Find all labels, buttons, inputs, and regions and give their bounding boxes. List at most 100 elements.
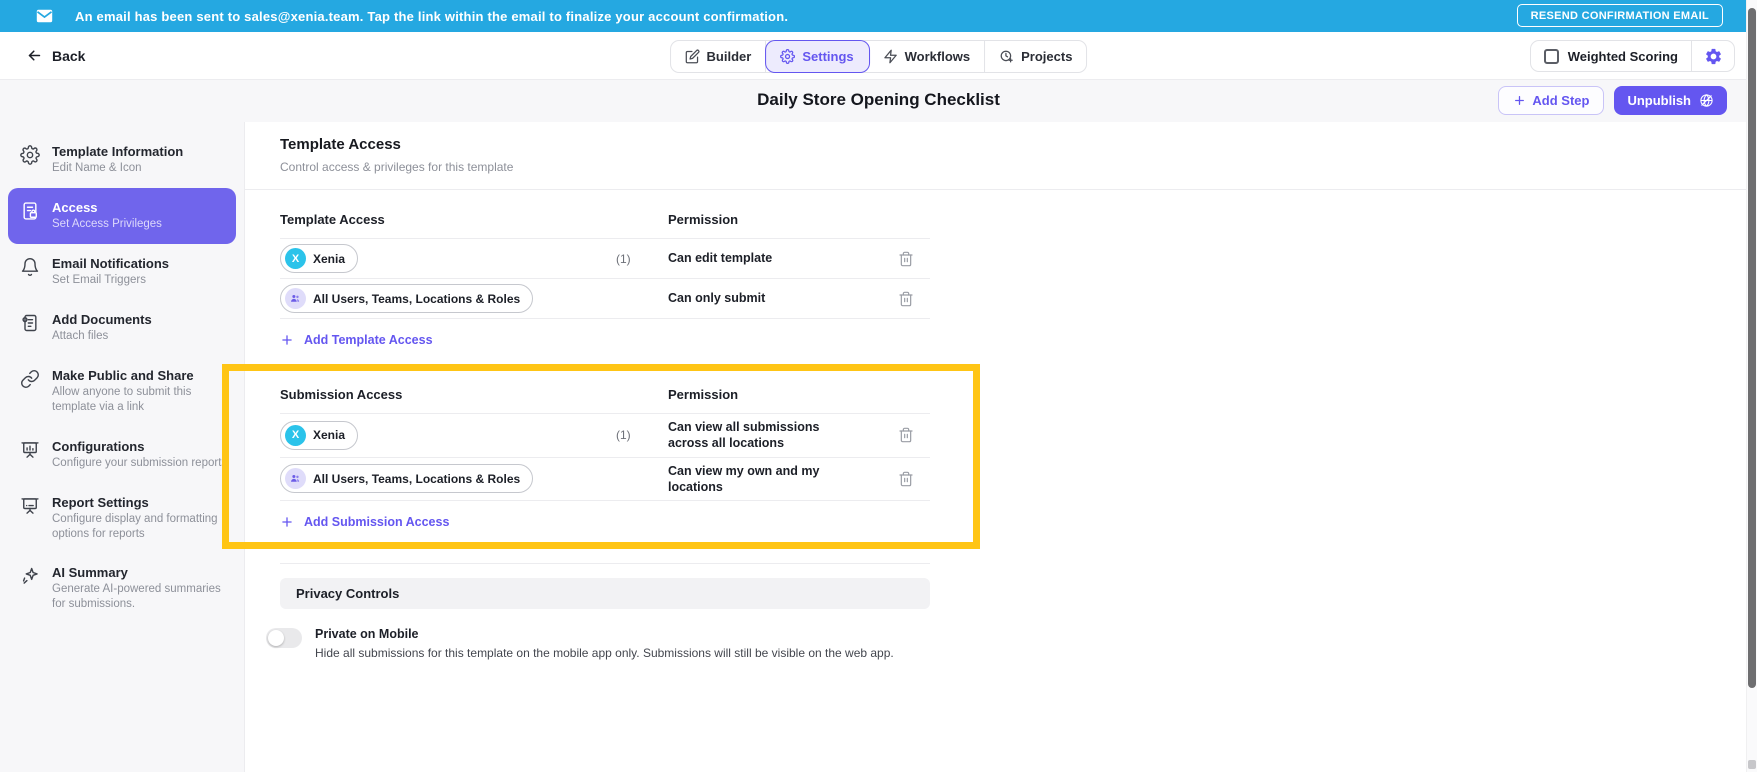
vertical-scrollbar[interactable] [1746,0,1757,772]
gear-icon [780,49,796,64]
table-row: X Xenia (1) Can view all submissions acr… [280,414,930,458]
back-label: Back [52,47,86,64]
globe-slash-icon [1699,93,1714,108]
trash-icon [898,471,914,487]
permission-value: Can only submit [668,291,766,306]
clock-plus-icon [999,49,1014,64]
sidebar-item-subtitle: Generate AI-powered summaries for submis… [52,583,221,611]
access-chip-all-users[interactable]: All Users, Teams, Locations & Roles [280,464,534,494]
chip-label: Xenia [313,428,346,443]
tab-projects[interactable]: Projects [985,41,1086,72]
tab-settings[interactable]: Settings [766,41,869,72]
scrollbar-end-cap [1748,760,1756,769]
plus-icon [280,515,294,529]
tab-builder[interactable]: Builder [671,41,767,72]
privacy-controls-header: Privacy Controls [280,578,930,609]
delete-row-button[interactable] [896,249,916,269]
sidebar-item-ai-summary[interactable]: AI Summary Generate AI-powered summaries… [8,553,236,624]
toggle-knob [268,630,284,646]
sidebar-item-title: Access [52,199,98,215]
sidebar-item-add-documents[interactable]: Add Documents Attach files [8,300,236,356]
sidebar-item-subtitle: Configure your submission reports [52,456,228,469]
private-on-mobile-row: Private on Mobile Hide all submissions f… [266,627,1757,660]
section-heading: Template Access [280,136,401,153]
confirmation-banner: An email has been sent to sales@xenia.te… [0,0,1757,32]
permission-value: Can view all submissions across all loca… [668,420,820,451]
sidebar-item-title: AI Summary [52,565,128,581]
divider [280,563,930,564]
sidebar-item-email-notifications[interactable]: Email Notifications Set Email Triggers [8,244,236,300]
private-on-mobile-description: Hide all submissions for this template o… [315,646,894,660]
add-template-access-link[interactable]: Add Template Access [280,319,433,360]
sidebar-item-subtitle: Set Access Privileges [52,217,162,230]
add-step-button[interactable]: Add Step [1498,86,1605,115]
sidebar-item-subtitle: Attach files [52,329,109,342]
tab-label: Builder [706,49,752,64]
sidebar-item-subtitle: Set Email Triggers [52,273,146,286]
users-group-icon [285,468,306,490]
chip-label: All Users, Teams, Locations & Roles [313,291,521,306]
arrow-left-icon [26,47,43,64]
sidebar-item-subtitle: Configure display and formatting options… [52,512,218,540]
column-header-template-access: Template Access [280,212,385,227]
highlight-box: Submission Access Permission X Xenia (1)… [222,364,980,549]
add-link-label: Add Template Access [304,333,433,347]
pencil-icon [685,49,700,64]
avatar: X [285,424,306,446]
template-access-table: Template Access Permission X Xenia (1) C… [280,212,930,360]
weighted-scoring-checkbox[interactable] [1543,48,1559,64]
banner-message: An email has been sent to sales@xenia.te… [75,8,789,24]
section-subheading: Control access & privileges for this tem… [280,160,514,174]
sidebar-item-report-settings[interactable]: Report Settings Configure display and fo… [8,483,236,554]
add-submission-access-link[interactable]: Add Submission Access [280,501,449,542]
delete-row-button[interactable] [896,469,916,489]
chip-label: All Users, Teams, Locations & Roles [313,471,521,486]
weighted-scoring-toggle[interactable]: Weighted Scoring [1531,48,1691,64]
sidebar-item-subtitle: Allow anyone to submit this template via… [52,385,192,413]
access-chip-all-users[interactable]: All Users, Teams, Locations & Roles [280,284,534,313]
resend-confirmation-email-button[interactable]: RESEND CONFIRMATION EMAIL [1516,4,1723,27]
back-button[interactable]: Back [26,47,85,64]
tab-label: Settings [802,49,854,64]
sidebar-item-subtitle: Edit Name & Icon [52,162,142,174]
presentation-board-icon [20,439,40,460]
trash-icon [898,291,914,307]
unpublish-button[interactable]: Unpublish [1614,86,1727,115]
access-chip-xenia[interactable]: X Xenia [280,420,359,450]
sidebar-item-configurations[interactable]: Configurations Configure your submission… [8,427,236,483]
sidebar-item-title: Make Public and Share [52,367,194,383]
tab-workflows[interactable]: Workflows [869,41,986,72]
table-row: X Xenia (1) Can edit template [280,239,930,279]
column-header-submission-access: Submission Access [280,387,403,402]
delete-row-button[interactable] [896,425,916,445]
presentation-board-icon [20,495,40,516]
tab-label: Workflows [904,49,971,64]
delete-row-button[interactable] [896,289,916,309]
private-on-mobile-label: Private on Mobile [315,627,419,641]
template-settings-gear-button[interactable] [1692,41,1734,71]
envelope-icon [36,9,53,23]
sidebar-item-title: Template Information [52,144,184,159]
access-chip-xenia[interactable]: X Xenia [280,244,359,273]
scrollbar-thumb[interactable] [1748,8,1756,688]
sidebar-item-template-information[interactable]: Template Information Edit Name & Icon [8,132,236,188]
gear-icon [20,144,40,165]
users-group-icon [285,288,306,309]
submission-access-table: Submission Access Permission X Xenia (1)… [280,387,930,542]
sidebar-item-title: Report Settings [52,494,149,510]
private-on-mobile-toggle[interactable] [266,628,302,648]
document-lock-icon [20,200,40,221]
permission-value: Can edit template [668,251,773,266]
weighted-scoring-label: Weighted Scoring [1567,48,1678,64]
template-access-panel: Template Access Control access & privile… [222,122,1757,772]
header-right-controls: Weighted Scoring [1529,40,1735,72]
app-header: Back Builder Settings Workflows Projects [0,32,1757,80]
avatar: X [285,248,306,269]
sidebar-item-access[interactable]: Access Set Access Privileges [8,187,236,244]
gear-icon [1704,47,1723,66]
nav-tabs: Builder Settings Workflows Projects [669,40,1088,73]
column-header-permission: Permission [668,212,739,227]
unpublish-label: Unpublish [1627,93,1691,108]
sidebar-item-make-public-and-share[interactable]: Make Public and Share Allow anyone to su… [8,356,236,427]
divider [245,189,1757,190]
